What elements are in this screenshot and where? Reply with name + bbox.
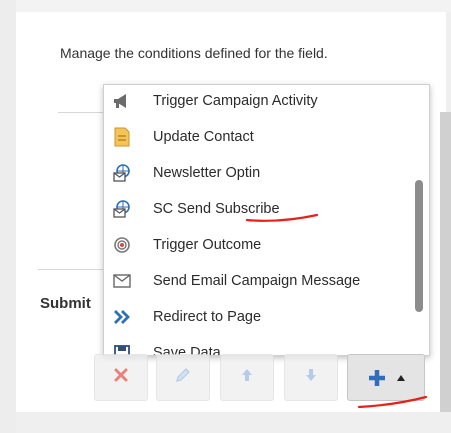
move-down-button[interactable]: [284, 354, 338, 401]
x-icon: [114, 368, 128, 387]
arrow-up-icon: [240, 367, 254, 388]
menu-item-trigger-outcome[interactable]: Trigger Outcome: [104, 227, 414, 263]
menu-item-label: Send Email Campaign Message: [153, 273, 361, 289]
envelope-globe-icon: [112, 163, 132, 183]
menu-item-newsletter-optin[interactable]: Newsletter Optin: [104, 155, 414, 191]
envelope-icon: [112, 271, 132, 291]
pencil-icon: [174, 366, 192, 389]
divider: [58, 112, 108, 113]
page-scrollbar[interactable]: [440, 112, 451, 412]
top-strip: [0, 0, 451, 12]
plus-icon: [367, 368, 387, 388]
actions-dropdown-menu: Trigger Campaign Activity Update Contact…: [103, 84, 430, 356]
megaphone-icon: [112, 91, 132, 111]
menu-item-update-contact[interactable]: Update Contact: [104, 119, 414, 155]
menu-item-sc-send-subscribe[interactable]: SC Send Subscribe: [104, 191, 414, 227]
menu-item-trigger-campaign-activity[interactable]: Trigger Campaign Activity: [104, 85, 414, 119]
move-up-button[interactable]: [220, 354, 274, 401]
menu-item-redirect-to-page[interactable]: Redirect to Page: [104, 299, 414, 335]
arrow-down-icon: [304, 367, 318, 388]
menu-item-label: Update Contact: [153, 129, 254, 145]
menu-item-label: Trigger Outcome: [153, 237, 262, 253]
edit-button[interactable]: [156, 354, 210, 401]
menu-item-send-email-campaign-message[interactable]: Send Email Campaign Message: [104, 263, 414, 299]
caret-up-icon: [396, 374, 406, 382]
menu-item-label: Newsletter Optin: [153, 165, 261, 181]
panel-description: Manage the conditions defined for the fi…: [60, 45, 328, 61]
menu-item-label: Redirect to Page: [153, 309, 262, 325]
menu-item-label: Trigger Campaign Activity: [153, 93, 318, 109]
target-icon: [112, 235, 132, 255]
left-strip: [0, 0, 16, 433]
menu-scrollbar-thumb[interactable]: [415, 180, 423, 312]
double-chevron-right-icon: [112, 307, 132, 327]
envelope-globe-icon: [112, 199, 132, 219]
contact-card-icon: [112, 127, 132, 147]
divider: [38, 269, 108, 270]
menu-item-label: SC Send Subscribe: [153, 201, 280, 217]
section-title: Submit: [40, 295, 91, 312]
menu-item-save-data[interactable]: Save Data: [104, 335, 414, 355]
add-action-button[interactable]: [347, 354, 425, 401]
delete-button[interactable]: [94, 354, 148, 401]
